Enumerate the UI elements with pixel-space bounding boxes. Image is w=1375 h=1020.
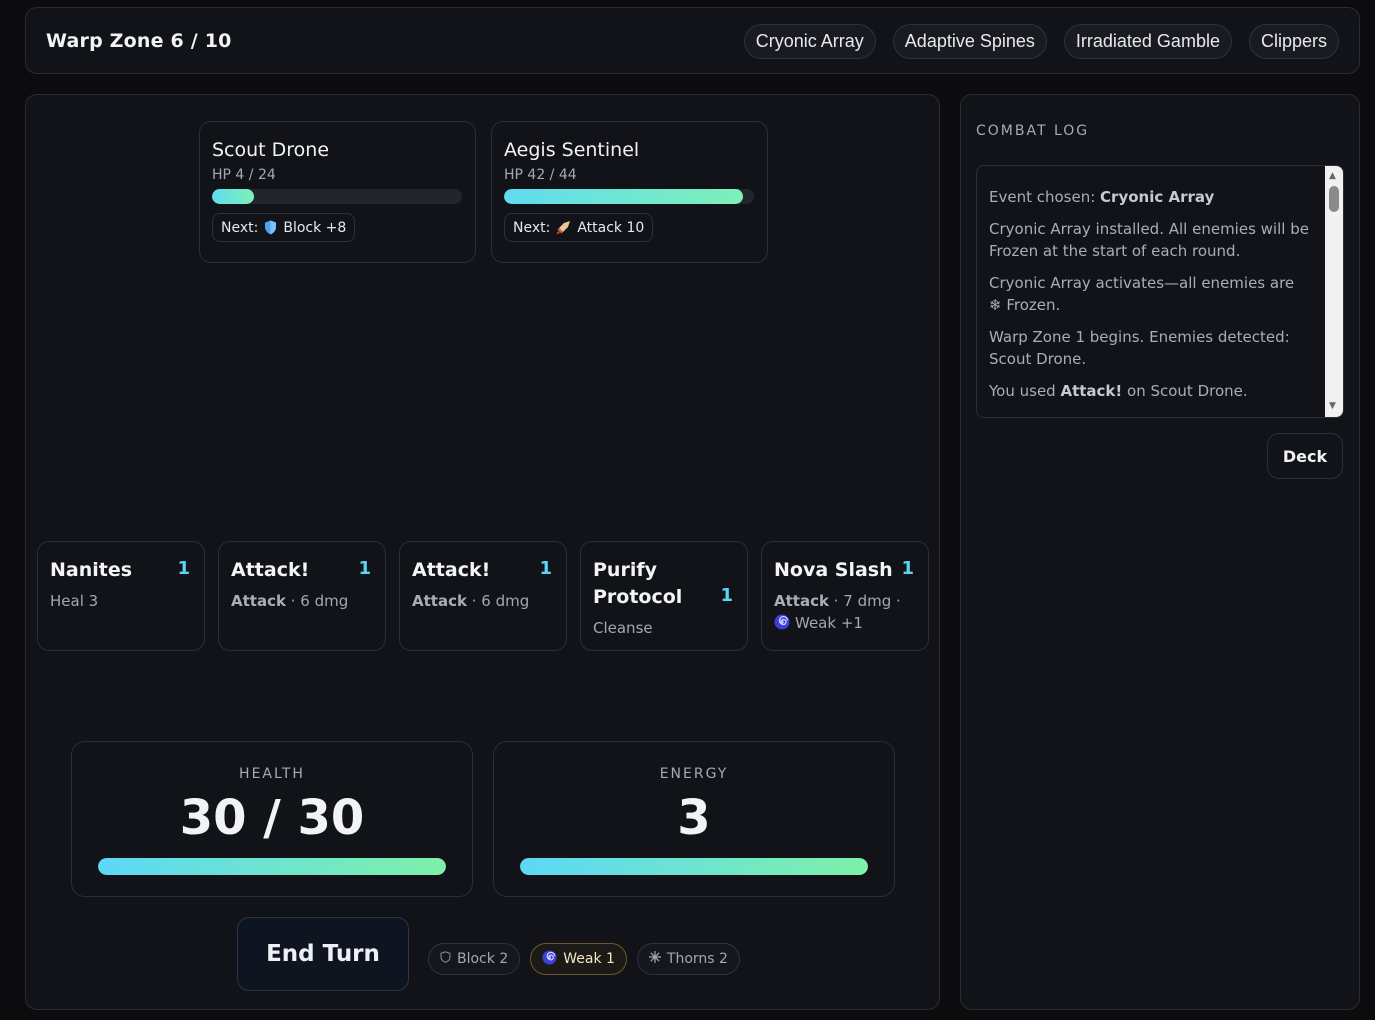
log-entry: Cryonic Array activates—all enemies are … <box>989 272 1309 316</box>
enemy-name: Scout Drone <box>212 139 330 161</box>
card-type: Attack <box>412 592 467 610</box>
enemy-hp-bar <box>504 189 754 204</box>
enemy-hp-text: HP 42 / 44 <box>504 167 577 183</box>
status-label: Thorns 2 <box>666 951 728 967</box>
card-nova-slash[interactable]: Nova Slash 1 Attack · 7 dmg · Weak +1 <box>761 541 929 651</box>
log-entry: Cryonic Array installed. All enemies wil… <box>989 218 1309 262</box>
deck-button[interactable]: Deck <box>1267 433 1343 479</box>
zone-title: Warp Zone 6 / 10 <box>46 30 232 52</box>
energy-panel: ENERGY 3 <box>493 741 895 897</box>
card-attack[interactable]: Attack! 1 Attack · 6 dmg <box>399 541 567 651</box>
card-extra: Weak +1 <box>795 614 863 632</box>
enemy-hp-fill <box>504 189 743 204</box>
status-label: Weak 1 <box>563 951 615 967</box>
log-text: on Scout Drone. <box>1122 382 1248 400</box>
spiral-icon <box>774 614 790 636</box>
health-panel: HEALTH 30 / 30 <box>71 741 473 897</box>
log-text: You used <box>989 382 1061 400</box>
log-entries: Event chosen: Cryonic Array Cryonic Arra… <box>989 186 1309 412</box>
card-detail: · 7 dmg · <box>828 592 901 610</box>
log-text: Warp Zone 1 begins. Enemies detected: Sc… <box>989 328 1290 368</box>
combat-log-panel: COMBAT LOG Event chosen: Cryonic Array C… <box>960 94 1360 1010</box>
scroll-down-arrow-icon[interactable]: ▼ <box>1329 401 1336 411</box>
intent-text: Attack 10 <box>577 219 645 236</box>
log-highlight: Attack! <box>1060 382 1123 400</box>
log-entry: Warp Zone 1 begins. Enemies detected: Sc… <box>989 326 1309 370</box>
shield-outline-icon <box>440 951 451 967</box>
spark-icon <box>648 951 661 967</box>
card-cost: 1 <box>539 558 552 579</box>
intent-next-label: Next: <box>221 219 259 236</box>
health-bar <box>98 858 446 875</box>
card-cost: 1 <box>177 558 190 579</box>
card-nanites[interactable]: Nanites 1 Heal 3 <box>37 541 205 651</box>
spiral-icon <box>542 949 557 969</box>
card-attack[interactable]: Attack! 1 Attack · 6 dmg <box>218 541 386 651</box>
log-entry: You used Attack! on Scout Drone. <box>989 380 1309 402</box>
dagger-icon <box>556 220 571 235</box>
energy-bar <box>520 858 868 875</box>
card-name: Purify Protocol <box>593 559 683 608</box>
health-value: 30 / 30 <box>179 790 365 846</box>
health-fill <box>98 858 446 875</box>
card-desc: Heal 3 <box>50 590 200 612</box>
card-type: Attack <box>231 592 286 610</box>
log-entry: Event chosen: Cryonic Array <box>989 186 1309 208</box>
card-name: Nova Slash <box>774 559 893 581</box>
intent-text: Block +8 <box>283 219 347 236</box>
log-text: Event chosen: <box>989 188 1101 206</box>
card-cost: 1 <box>901 558 914 579</box>
health-label: HEALTH <box>239 766 305 782</box>
enemy-hp-fill <box>212 189 254 204</box>
battle-panel: Scout Drone HP 4 / 24 Next: Block +8 Aeg… <box>25 94 940 1010</box>
log-scrollbar[interactable]: ▲ ▼ <box>1325 166 1343 417</box>
relic-list: Cryonic Array Adaptive Spines Irradiated… <box>743 24 1339 59</box>
status-block[interactable]: Block 2 <box>428 943 521 975</box>
enemy-hp-bar <box>212 189 462 204</box>
relic-cryonic-array[interactable]: Cryonic Array <box>743 24 876 59</box>
status-weak[interactable]: Weak 1 <box>530 943 627 975</box>
top-bar: Warp Zone 6 / 10 Cryonic Array Adaptive … <box>25 7 1360 74</box>
card-detail: · 6 dmg <box>285 592 349 610</box>
status-label: Block 2 <box>457 951 509 967</box>
energy-value: 3 <box>677 790 711 846</box>
enemy-intent: Next: Attack 10 <box>504 213 654 242</box>
card-detail: · 6 dmg <box>466 592 530 610</box>
relic-clippers[interactable]: Clippers <box>1248 24 1339 59</box>
card-type: Attack <box>774 592 829 610</box>
enemy-hp-text: HP 4 / 24 <box>212 167 276 183</box>
enemy-card-scout-drone[interactable]: Scout Drone HP 4 / 24 Next: Block +8 <box>199 121 476 263</box>
scrollbar-thumb[interactable] <box>1329 186 1339 212</box>
log-text: Cryonic Array installed. All enemies wil… <box>989 220 1309 260</box>
card-desc: Attack · 7 dmg · Weak +1 <box>774 590 924 636</box>
end-turn-button[interactable]: End Turn <box>237 917 409 991</box>
card-purify-protocol[interactable]: Purify Protocol 1 Cleanse <box>580 541 748 651</box>
card-name: Attack! <box>231 559 310 581</box>
energy-fill <box>520 858 868 875</box>
shield-icon <box>264 220 277 235</box>
relic-adaptive-spines[interactable]: Adaptive Spines <box>892 24 1047 59</box>
scroll-up-arrow-icon[interactable]: ▲ <box>1329 171 1336 181</box>
combat-log-title: COMBAT LOG <box>976 123 1090 139</box>
card-detail: Heal 3 <box>50 592 99 610</box>
card-desc: Attack · 6 dmg <box>231 590 381 612</box>
card-desc: Cleanse <box>593 617 743 639</box>
status-thorns[interactable]: Thorns 2 <box>636 943 740 975</box>
card-desc: Attack · 6 dmg <box>412 590 562 612</box>
enemy-card-aegis-sentinel[interactable]: Aegis Sentinel HP 42 / 44 Next: Attack 1… <box>491 121 768 263</box>
combat-log[interactable]: Event chosen: Cryonic Array Cryonic Arra… <box>976 165 1344 418</box>
card-name: Nanites <box>50 559 133 581</box>
card-cost: 1 <box>358 558 371 579</box>
enemy-intent: Next: Block +8 <box>212 213 356 242</box>
enemy-name: Aegis Sentinel <box>504 139 640 161</box>
log-highlight: Cryonic Array <box>1100 188 1215 206</box>
card-detail: Cleanse <box>593 619 653 637</box>
card-cost: 1 <box>720 585 733 606</box>
log-text: Cryonic Array activates—all enemies are … <box>989 274 1295 314</box>
relic-irradiated-gamble[interactable]: Irradiated Gamble <box>1063 24 1232 59</box>
energy-label: ENERGY <box>659 766 729 782</box>
status-effects: Block 2 Weak 1 Thorns 2 <box>428 943 740 975</box>
intent-next-label: Next: <box>513 219 551 236</box>
card-name: Attack! <box>412 559 491 581</box>
